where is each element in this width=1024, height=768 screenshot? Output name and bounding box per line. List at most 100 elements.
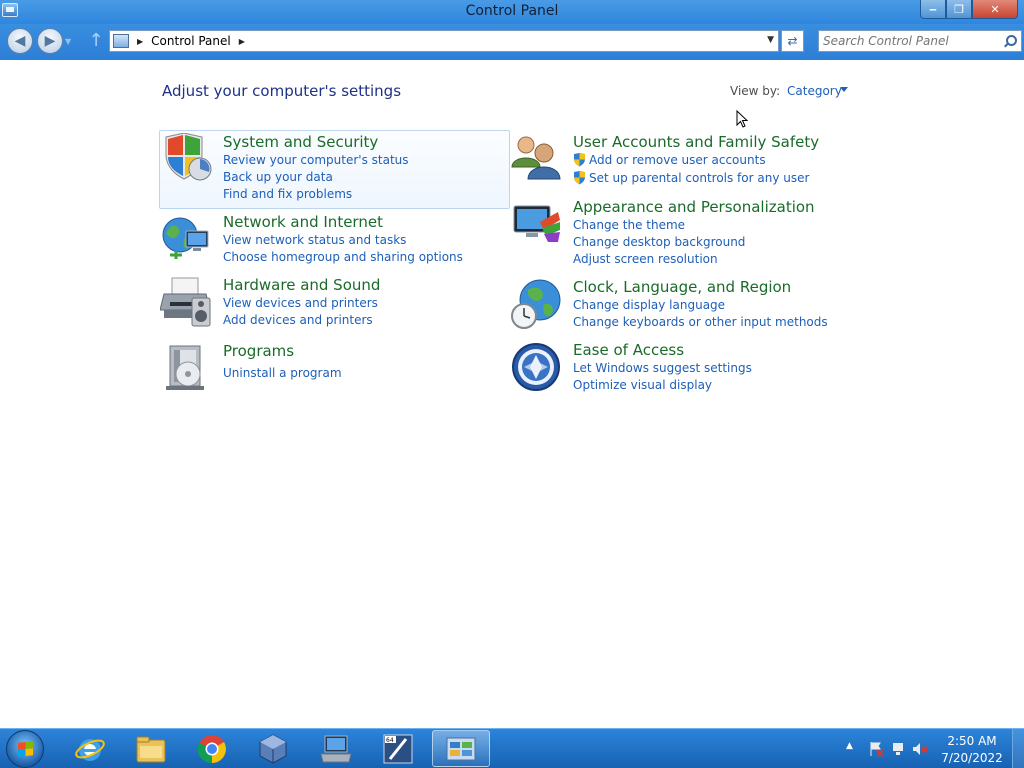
title-bar[interactable]: Control Panel ‒ ❐ ✕ bbox=[0, 0, 1024, 24]
address-dropdown-icon[interactable]: ▼ bbox=[767, 35, 774, 45]
uac-shield-icon bbox=[574, 171, 585, 185]
link-back-up-data[interactable]: Back up your data bbox=[223, 170, 333, 184]
window-title: Control Panel bbox=[465, 3, 559, 19]
control-panel-window: Control Panel ‒ ❐ ✕ ◀ ▶ ▼ ↑ ▶ Control Pa… bbox=[0, 0, 1024, 728]
ease-of-access-icon bbox=[512, 343, 560, 391]
link-uninstall-program[interactable]: Uninstall a program bbox=[223, 366, 342, 380]
taskbar-file-explorer[interactable] bbox=[122, 730, 180, 767]
link-network-status[interactable]: View network status and tasks bbox=[223, 233, 406, 247]
link-find-fix-problems[interactable]: Find and fix problems bbox=[223, 187, 352, 201]
back-arrow-icon: ◀ bbox=[14, 33, 26, 49]
up-arrow-icon: ↑ bbox=[88, 30, 104, 51]
breadcrumb-expand-icon[interactable]: ▶ bbox=[239, 37, 245, 46]
forward-button[interactable]: ▶ bbox=[37, 28, 63, 54]
link-windows-suggest-settings[interactable]: Let Windows suggest settings bbox=[573, 361, 752, 375]
view-by-label: View by: bbox=[730, 84, 781, 98]
category-title-programs[interactable]: Programs bbox=[223, 342, 294, 360]
category-clock-language-region[interactable]: Clock, Language, and Region Change displ… bbox=[510, 278, 855, 334]
breadcrumb-separator-icon[interactable]: ▶ bbox=[137, 37, 143, 46]
programs-icon bbox=[166, 345, 204, 390]
category-title-ease-of-access[interactable]: Ease of Access bbox=[573, 341, 684, 359]
refresh-icon: ⇄ bbox=[787, 34, 798, 48]
category-system-and-security[interactable]: System and Security Review your computer… bbox=[160, 133, 505, 209]
link-parental-controls[interactable]: Set up parental controls for any user bbox=[573, 171, 809, 185]
search-input[interactable] bbox=[823, 32, 1001, 50]
view-by-dropdown[interactable]: Category bbox=[787, 84, 842, 98]
link-review-status[interactable]: Review your computer's status bbox=[223, 153, 409, 167]
category-title-appearance[interactable]: Appearance and Personalization bbox=[573, 198, 815, 216]
category-title-hardware-sound[interactable]: Hardware and Sound bbox=[223, 276, 380, 294]
minimize-icon: ‒ bbox=[929, 2, 937, 16]
search-icon[interactable] bbox=[1001, 32, 1019, 50]
close-icon: ✕ bbox=[990, 2, 1000, 16]
svg-text:64: 64 bbox=[386, 737, 394, 744]
taskbar-chrome[interactable] bbox=[183, 730, 241, 767]
start-button[interactable] bbox=[6, 730, 44, 768]
taskbar-virtualbox[interactable] bbox=[244, 730, 302, 767]
maximize-button[interactable]: ❐ bbox=[946, 0, 972, 19]
link-view-devices-printers[interactable]: View devices and printers bbox=[223, 296, 378, 310]
taskbar-network-pc[interactable] bbox=[307, 730, 365, 767]
navigation-bar: ◀ ▶ ▼ ↑ ▶ Control Panel ▶ ▼ ⇄ bbox=[0, 24, 1024, 60]
taskbar-control-panel[interactable] bbox=[432, 730, 490, 767]
uac-shield-icon bbox=[574, 153, 585, 167]
link-add-remove-users[interactable]: Add or remove user accounts bbox=[573, 153, 766, 167]
link-keyboards-input[interactable]: Change keyboards or other input methods bbox=[573, 315, 828, 329]
x64-app-icon: 64 bbox=[383, 734, 413, 763]
clock-time: 2:50 AM bbox=[947, 734, 997, 748]
monitor-paint-icon bbox=[513, 205, 560, 242]
link-label[interactable]: Set up parental controls for any user bbox=[589, 171, 809, 185]
back-button[interactable]: ◀ bbox=[7, 28, 33, 54]
close-button[interactable]: ✕ bbox=[972, 0, 1018, 19]
clock-date: 7/20/2022 bbox=[941, 751, 1003, 765]
breadcrumb-control-panel[interactable]: Control Panel bbox=[151, 34, 231, 48]
category-title-clock-language[interactable]: Clock, Language, and Region bbox=[573, 278, 791, 296]
link-change-theme[interactable]: Change the theme bbox=[573, 218, 685, 232]
users-icon bbox=[511, 136, 561, 180]
file-explorer-icon bbox=[136, 736, 166, 762]
control-panel-icon bbox=[113, 34, 129, 48]
refresh-button[interactable]: ⇄ bbox=[781, 30, 804, 52]
page-heading: Adjust your computer's settings bbox=[162, 82, 402, 100]
minimize-button[interactable]: ‒ bbox=[920, 0, 946, 19]
category-network-and-internet[interactable]: Network and Internet View network status… bbox=[160, 213, 505, 269]
link-screen-resolution[interactable]: Adjust screen resolution bbox=[573, 252, 718, 266]
shield-icon bbox=[165, 133, 212, 181]
window-controls: ‒ ❐ ✕ bbox=[920, 0, 1018, 19]
category-hardware-and-sound[interactable]: Hardware and Sound View devices and prin… bbox=[160, 276, 505, 332]
virtualbox-icon bbox=[259, 733, 287, 764]
up-button[interactable]: ↑ bbox=[86, 30, 106, 52]
category-ease-of-access[interactable]: Ease of Access Let Windows suggest setti… bbox=[510, 341, 855, 397]
category-title-user-accounts[interactable]: User Accounts and Family Safety bbox=[573, 133, 819, 151]
taskbar: 64 ▲ 2:50 AM 7/20/2022 bbox=[0, 728, 1024, 768]
link-change-background[interactable]: Change desktop background bbox=[573, 235, 745, 249]
category-appearance[interactable]: Appearance and Personalization Change th… bbox=[510, 198, 855, 270]
link-display-language[interactable]: Change display language bbox=[573, 298, 725, 312]
view-by-caret-icon[interactable] bbox=[840, 87, 848, 92]
chrome-icon bbox=[197, 734, 226, 763]
search-box[interactable] bbox=[818, 30, 1022, 52]
category-programs[interactable]: Programs Uninstall a program bbox=[160, 342, 505, 398]
address-bar[interactable]: ▶ Control Panel ▶ ▼ bbox=[109, 30, 779, 52]
globe-clock-icon bbox=[511, 279, 561, 329]
forward-arrow-icon: ▶ bbox=[44, 33, 56, 49]
show-hidden-icons-icon[interactable]: ▲ bbox=[846, 741, 862, 757]
system-clock[interactable]: 2:50 AM 7/20/2022 bbox=[940, 733, 1004, 767]
link-optimize-visual-display[interactable]: Optimize visual display bbox=[573, 378, 712, 392]
mouse-cursor-icon bbox=[736, 110, 748, 128]
show-desktop-button[interactable] bbox=[1012, 729, 1024, 768]
recent-pages-dropdown[interactable]: ▼ bbox=[65, 37, 71, 46]
taskbar-x64-app[interactable]: 64 bbox=[369, 730, 427, 767]
volume-muted-icon[interactable] bbox=[912, 741, 928, 757]
category-user-accounts[interactable]: User Accounts and Family Safety Add or r… bbox=[510, 133, 855, 189]
category-title-network-internet[interactable]: Network and Internet bbox=[223, 213, 383, 231]
action-center-flag-icon[interactable] bbox=[868, 741, 884, 757]
main-content: Adjust your computer's settings View by:… bbox=[0, 60, 1024, 728]
link-homegroup-sharing[interactable]: Choose homegroup and sharing options bbox=[223, 250, 463, 264]
link-add-devices-printers[interactable]: Add devices and printers bbox=[223, 313, 373, 327]
category-title-system-security[interactable]: System and Security bbox=[223, 133, 378, 151]
network-status-icon[interactable] bbox=[890, 741, 906, 757]
link-label[interactable]: Add or remove user accounts bbox=[589, 153, 766, 167]
restore-icon: ❐ bbox=[954, 2, 964, 16]
taskbar-internet-explorer[interactable] bbox=[61, 730, 119, 767]
